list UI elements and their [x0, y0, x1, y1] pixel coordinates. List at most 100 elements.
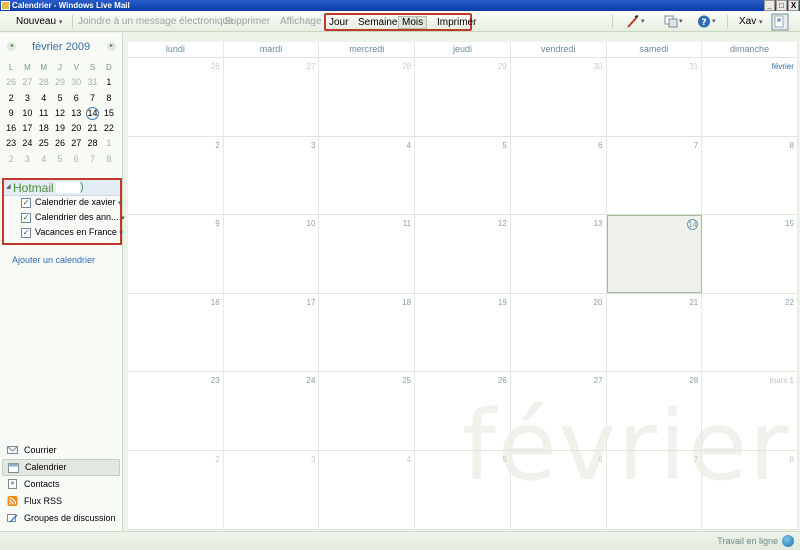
mini-day[interactable]: 13 — [68, 106, 84, 121]
day-cell[interactable]: 23 — [128, 372, 224, 450]
calendar-checkbox[interactable]: ✓ — [21, 198, 31, 208]
mini-day[interactable]: 22 — [101, 121, 117, 136]
attach-to-email-button[interactable]: Joindre à un message électronique — [78, 14, 234, 29]
mini-day[interactable]: 25 — [36, 136, 52, 151]
day-cell[interactable]: 6 — [511, 136, 607, 215]
mini-day[interactable]: 29 — [52, 75, 68, 90]
day-cell[interactable]: 14 — [606, 215, 703, 293]
account-header[interactable]: ◢ Hotmail ) — [4, 180, 120, 196]
day-cell[interactable]: 10 — [224, 215, 320, 293]
layout-icon[interactable] — [664, 15, 678, 28]
mini-day[interactable]: 15 — [101, 106, 117, 121]
mini-day[interactable]: 30 — [68, 75, 84, 90]
day-cell[interactable]: 27 — [224, 58, 320, 136]
day-cell[interactable]: 9 — [128, 215, 224, 293]
mini-day[interactable]: 26 — [3, 75, 19, 90]
maximize-button[interactable]: □ — [776, 0, 787, 11]
colors-icon[interactable] — [626, 15, 640, 28]
day-cell[interactable]: 26 — [128, 58, 224, 136]
mini-day[interactable]: 1 — [101, 136, 117, 151]
day-cell[interactable]: 30 — [511, 58, 607, 136]
add-calendar-link[interactable]: Ajouter un calendrier — [12, 255, 95, 265]
mini-day[interactable]: 6 — [68, 91, 84, 106]
nav-item-contacts[interactable]: Contacts — [2, 476, 120, 493]
chevron-down-icon[interactable]: ▾ — [712, 17, 716, 25]
mini-day[interactable]: 11 — [36, 106, 52, 121]
chevron-down-icon[interactable]: ▾ — [121, 215, 125, 222]
print-button[interactable]: Imprimer — [434, 16, 479, 29]
day-cell[interactable]: 11 — [319, 215, 416, 293]
calendar-checkbox[interactable]: ✓ — [21, 228, 31, 238]
day-cell[interactable]: 29 — [415, 58, 511, 136]
calendar-item[interactable]: ✓ Vacances en France ▾ — [4, 226, 123, 241]
contacts-sidebar-icon[interactable] — [771, 13, 789, 31]
nav-item-mail[interactable]: Courrier — [2, 442, 120, 459]
mini-day[interactable]: 18 — [36, 121, 52, 136]
mini-day[interactable]: 23 — [3, 136, 19, 151]
day-cell[interactable]: 22 — [702, 293, 798, 372]
day-cell[interactable]: 3 — [224, 450, 320, 529]
help-icon[interactable]: ? — [697, 15, 711, 28]
day-cell[interactable]: 27 — [511, 372, 607, 450]
mini-day[interactable]: 6 — [68, 152, 84, 167]
close-button[interactable]: X — [788, 0, 799, 11]
previous-month-button[interactable]: ◂ — [7, 42, 16, 51]
day-cell[interactable]: 8 — [702, 136, 798, 215]
mini-day[interactable]: 28 — [36, 75, 52, 90]
mini-day[interactable]: 20 — [68, 121, 84, 136]
mini-day[interactable]: 16 — [3, 121, 19, 136]
day-cell[interactable]: 15 — [702, 215, 798, 293]
mini-day[interactable]: 26 — [52, 136, 68, 151]
view-week-button[interactable]: Semaine — [355, 16, 400, 29]
day-cell[interactable]: 19 — [415, 293, 511, 372]
day-cell[interactable]: 4 — [319, 136, 416, 215]
day-cell[interactable]: 5 — [415, 450, 511, 529]
day-cell[interactable]: 3 — [224, 136, 320, 215]
day-cell[interactable]: 31 — [607, 58, 703, 136]
mini-day[interactable]: 12 — [52, 106, 68, 121]
calendar-item[interactable]: ✓ Calendrier de xavier ▾ — [4, 196, 122, 211]
view-day-button[interactable]: Jour — [326, 16, 351, 29]
day-cell[interactable]: 6 — [511, 450, 607, 529]
mini-day[interactable]: 31 — [84, 75, 100, 90]
day-cell[interactable]: 4 — [319, 450, 416, 529]
mini-day[interactable]: 3 — [19, 91, 35, 106]
mini-day[interactable]: 8 — [101, 91, 117, 106]
mini-day[interactable]: 5 — [52, 152, 68, 167]
day-cell[interactable]: 20 — [511, 293, 607, 372]
mini-day[interactable]: 2 — [3, 91, 19, 106]
day-cell[interactable]: 13 — [511, 215, 607, 293]
view-month-button[interactable]: Mois — [398, 16, 428, 29]
day-cell[interactable]: 7 — [607, 136, 703, 215]
day-cell[interactable]: 16 — [128, 293, 224, 372]
mini-day[interactable]: 28 — [84, 136, 100, 151]
minimize-button[interactable]: _ — [764, 0, 775, 11]
day-cell[interactable]: 5 — [415, 136, 511, 215]
mini-day[interactable]: 8 — [101, 152, 117, 167]
day-cell[interactable]: 8 — [702, 450, 798, 529]
day-cell[interactable]: 24 — [224, 372, 320, 450]
nav-item-newsgroups[interactable]: Groupes de discussion — [2, 510, 120, 527]
day-cell[interactable]: 12 — [415, 215, 511, 293]
mini-day[interactable]: 27 — [19, 75, 35, 90]
day-cell[interactable]: 26 — [415, 372, 511, 450]
nav-item-calendar[interactable]: Calendrier — [2, 459, 120, 476]
mini-day[interactable]: 4 — [36, 91, 52, 106]
mini-day[interactable]: 4 — [36, 152, 52, 167]
chevron-down-icon[interactable]: ▾ — [641, 17, 645, 25]
day-cell[interactable]: 21 — [607, 293, 703, 372]
chevron-down-icon[interactable]: ▾ — [118, 200, 122, 207]
day-cell[interactable]: 28 — [319, 58, 416, 136]
mini-day[interactable]: 5 — [52, 91, 68, 106]
mini-day[interactable]: 19 — [52, 121, 68, 136]
day-cell[interactable]: mars 1 — [702, 372, 798, 450]
mini-day[interactable]: 10 — [19, 106, 35, 121]
chevron-down-icon[interactable]: ▾ — [119, 230, 123, 237]
collapse-icon[interactable]: ◢ — [6, 183, 11, 190]
day-cell[interactable]: 7 — [607, 450, 703, 529]
day-cell[interactable]: 2 — [128, 136, 224, 215]
mini-day[interactable]: 1 — [101, 75, 117, 90]
day-cell[interactable]: 2 — [128, 450, 224, 529]
mini-day[interactable]: 21 — [84, 121, 100, 136]
delete-button[interactable]: Supprimer — [224, 14, 270, 29]
